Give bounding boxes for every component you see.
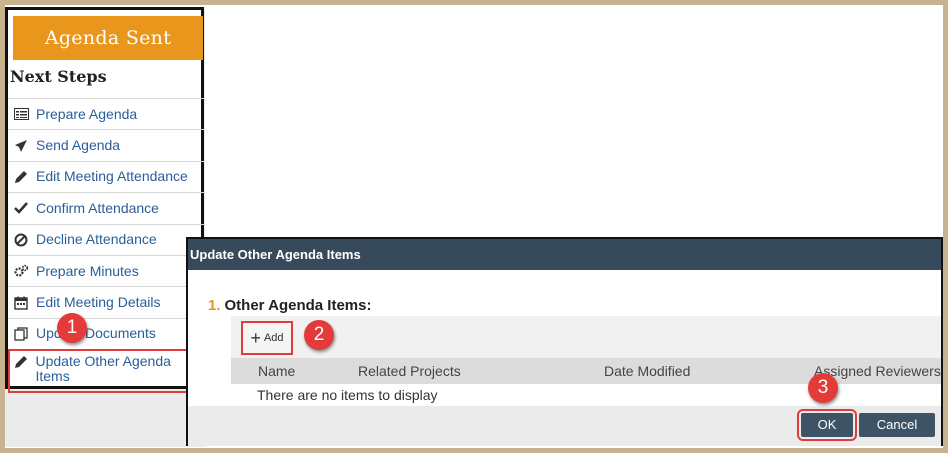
pencil-icon: [12, 169, 30, 185]
step-label: Edit Meeting Attendance: [36, 168, 188, 185]
step-label: Decline Attendance: [36, 231, 157, 248]
paper-plane-icon: [12, 138, 30, 154]
pencil-icon: [12, 354, 29, 370]
ok-button[interactable]: OK: [797, 409, 857, 441]
workspace-sidebar: Agenda Sent Next Steps Prepare Agenda Se…: [5, 7, 205, 447]
agenda-list-icon: [12, 106, 30, 122]
step-label: Prepare Minutes: [36, 262, 139, 279]
section-number: 1.: [208, 297, 221, 314]
step-label: Update Other Agenda Items: [35, 353, 171, 385]
column-header-name[interactable]: Name: [258, 363, 295, 379]
step-label: Prepare Agenda: [36, 105, 138, 122]
step-prepare-agenda[interactable]: Prepare Agenda: [8, 98, 204, 129]
empty-message: There are no items to display: [257, 387, 438, 403]
calendar-icon: [12, 295, 30, 311]
cancel-button[interactable]: Cancel: [859, 413, 935, 437]
step-edit-meeting-attendance[interactable]: Edit Meeting Attendance: [8, 160, 204, 192]
dialog-footer: OK Cancel: [188, 406, 941, 446]
checkmark-icon: [12, 200, 30, 216]
plus-icon: +: [250, 328, 261, 348]
gears-icon: [12, 263, 30, 279]
column-header-date-modified[interactable]: Date Modified: [604, 363, 690, 379]
step-prepare-minutes[interactable]: Prepare Minutes: [8, 254, 204, 286]
step-confirm-attendance[interactable]: Confirm Attendance: [8, 192, 204, 223]
next-steps-panel: Agenda Sent Next Steps Prepare Agenda Se…: [5, 7, 204, 394]
status-banner: Agenda Sent: [13, 16, 203, 60]
next-steps-list: Prepare Agenda Send Agenda Edit Meeting …: [8, 98, 204, 394]
step-decline-attendance[interactable]: Decline Attendance: [8, 223, 204, 255]
step-edit-meeting-details[interactable]: Edit Meeting Details: [8, 286, 204, 317]
step-label: Send Agenda: [36, 137, 121, 154]
no-entry-icon: [12, 232, 30, 248]
step-update-other-agenda-items[interactable]: Update Other Agenda Items: [8, 349, 204, 394]
callout-badge-1: 1: [57, 313, 87, 343]
callout-badge-3: 3: [808, 373, 838, 403]
section-title: Other Agenda Items:: [224, 297, 372, 314]
next-steps-title: Next Steps: [10, 67, 107, 86]
add-button[interactable]: + Add: [241, 321, 293, 355]
step-send-agenda[interactable]: Send Agenda: [8, 129, 204, 160]
step-update-documents[interactable]: Update Documents: [8, 317, 204, 349]
dialog-title: Update Other Agenda Items: [188, 239, 941, 270]
grid-toolbar: + Add: [231, 316, 941, 358]
section-heading: 1. Other Agenda Items:: [208, 297, 371, 314]
callout-badge-2: 2: [304, 320, 334, 350]
step-label: Update Documents: [36, 325, 156, 342]
step-label: Edit Meeting Details: [36, 294, 161, 311]
add-label: Add: [263, 332, 284, 344]
step-label: Confirm Attendance: [36, 199, 159, 216]
update-other-agenda-items-dialog: Update Other Agenda Items 1. Other Agenda…: [186, 237, 943, 446]
column-header-related-projects[interactable]: Related Projects: [358, 363, 461, 379]
documents-icon: [12, 326, 30, 342]
